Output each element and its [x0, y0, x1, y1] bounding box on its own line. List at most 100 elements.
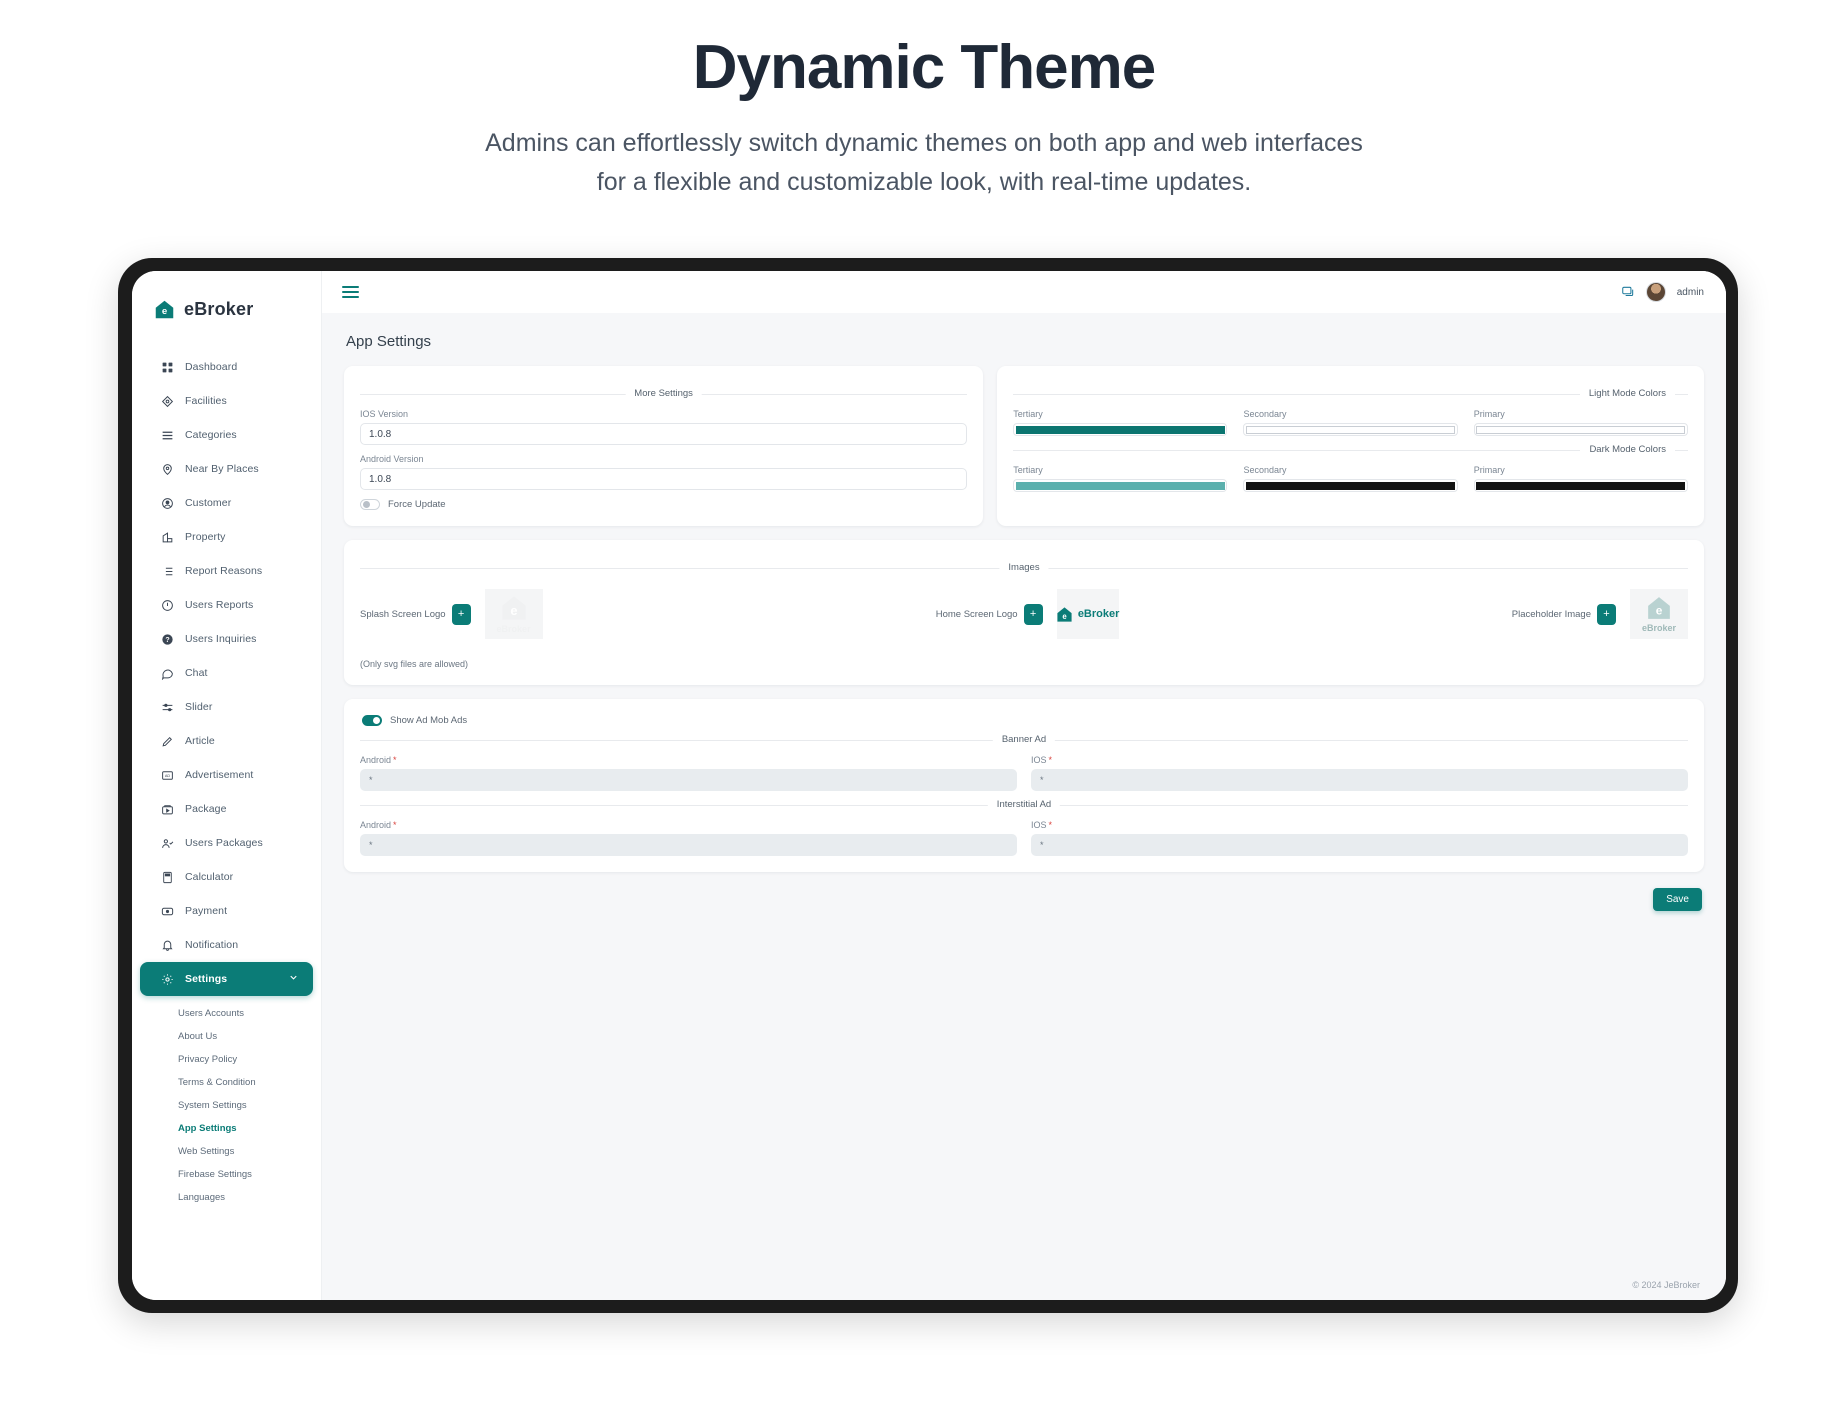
diamond-icon: [160, 394, 174, 408]
more-settings-card: More Settings IOS Version 1.0.8 Android …: [344, 366, 984, 526]
dark-tertiary-swatch[interactable]: [1013, 479, 1228, 492]
placeholder-image-preview: e eBroker: [1629, 589, 1688, 639]
submenu-item-languages[interactable]: Languages: [132, 1186, 321, 1209]
sidebar-item-label: Slider: [185, 701, 213, 713]
banner-android-label-text: Android: [360, 755, 392, 765]
banner-android-input[interactable]: *: [360, 769, 1017, 791]
banner-ios-label: IOS *: [1031, 755, 1688, 765]
light-secondary-swatch[interactable]: [1243, 423, 1458, 436]
sidebar-item-label: Dashboard: [185, 361, 238, 373]
main-area: admin App Settings More Settings IOS Ver…: [322, 271, 1726, 1300]
sidebar-item-report-reasons[interactable]: Report Reasons: [140, 554, 313, 588]
avatar[interactable]: [1645, 282, 1666, 302]
sidebar-item-users-packages[interactable]: Users Packages: [140, 826, 313, 860]
submenu-item-about-us[interactable]: About Us: [132, 1025, 321, 1048]
placeholder-image-add-button[interactable]: +: [1596, 603, 1616, 625]
topbar: admin: [322, 271, 1726, 313]
show-admob-toggle[interactable]: [362, 715, 382, 726]
svg-text:e: e: [1656, 604, 1663, 618]
message-square-icon[interactable]: [1621, 285, 1635, 299]
sidebar-item-article[interactable]: Article: [140, 724, 313, 758]
submenu-item-system-settings[interactable]: System Settings: [132, 1094, 321, 1117]
required-marker: *: [393, 820, 397, 830]
light-tertiary-swatch[interactable]: [1013, 423, 1228, 436]
sidebar-item-categories[interactable]: Categories: [140, 418, 313, 452]
hamburger-icon[interactable]: [342, 283, 359, 302]
sidebar: e eBroker Dashboard Facilities Categorie…: [132, 271, 322, 1300]
sidebar-item-dashboard[interactable]: Dashboard: [140, 350, 313, 384]
sidebar-item-settings[interactable]: Settings: [140, 962, 313, 996]
sidebar-item-users-inquiries[interactable]: ? Users Inquiries: [140, 622, 313, 656]
submenu-item-terms-condition[interactable]: Terms & Condition: [132, 1071, 321, 1094]
save-button[interactable]: Save: [1653, 888, 1702, 911]
settings-row: More Settings IOS Version 1.0.8 Android …: [344, 366, 1704, 526]
submenu-item-privacy-policy[interactable]: Privacy Policy: [132, 1048, 321, 1071]
light-secondary-field: Secondary: [1243, 409, 1458, 436]
more-settings-legend: More Settings: [625, 388, 702, 399]
dark-primary-label: Primary: [1473, 465, 1505, 475]
sidebar-item-label: Notification: [185, 939, 239, 951]
images-card: Images Splash Screen Logo + e eBroker Ho…: [344, 540, 1704, 685]
save-row: Save: [344, 888, 1704, 911]
sidebar-item-label: Property: [185, 531, 226, 543]
content-area: App Settings More Settings IOS Version 1…: [322, 313, 1726, 1280]
submenu-item-web-settings[interactable]: Web Settings: [132, 1140, 321, 1163]
interstitial-android-input[interactable]: *: [360, 834, 1017, 856]
sidebar-item-facilities[interactable]: Facilities: [140, 384, 313, 418]
submenu-item-app-settings[interactable]: App Settings: [132, 1117, 321, 1140]
svg-text:e: e: [510, 603, 517, 618]
svg-text:?: ?: [165, 637, 169, 644]
sidebar-item-near-by-places[interactable]: Near By Places: [140, 452, 313, 486]
sidebar-item-package[interactable]: Package: [140, 792, 313, 826]
sidebar-item-chat[interactable]: Chat: [140, 656, 313, 690]
sidebar-item-label: Report Reasons: [185, 565, 263, 577]
android-version-input[interactable]: 1.0.8: [360, 468, 968, 490]
interstitial-ad-fields: Android * * IOS * *: [360, 820, 1688, 856]
sidebar-item-users-reports[interactable]: Users Reports: [140, 588, 313, 622]
home-screen-logo-add-button[interactable]: +: [1023, 603, 1043, 625]
sidebar-item-notification[interactable]: Notification: [140, 928, 313, 962]
page-root: Dynamic Theme Admins can effortlessly sw…: [0, 0, 1848, 1408]
theme-colors-card: Light Mode Colors Tertiary Secondary Pri…: [997, 366, 1704, 526]
alert-circle-icon: [160, 598, 174, 612]
sidebar-item-label: Payment: [185, 905, 228, 917]
show-admob-row: Show Ad Mob Ads: [362, 715, 1688, 726]
home-screen-logo-label: Home Screen Logo: [935, 608, 1018, 620]
submenu-item-users-accounts[interactable]: Users Accounts: [132, 1002, 321, 1025]
sidebar-item-label: Chat: [185, 667, 208, 679]
sidebar-item-label: Users Reports: [185, 599, 254, 611]
ios-version-input[interactable]: 1.0.8: [360, 423, 968, 445]
gear-icon: [160, 972, 174, 986]
force-update-toggle[interactable]: [360, 499, 380, 510]
interstitial-ios-input[interactable]: *: [1031, 834, 1688, 856]
sidebar-item-label: Customer: [185, 497, 232, 509]
sidebar-item-slider[interactable]: Slider: [140, 690, 313, 724]
sidebar-item-label: Categories: [185, 429, 237, 441]
sidebar-item-calculator[interactable]: Calculator: [140, 860, 313, 894]
calculator-icon: [160, 870, 174, 884]
submenu-item-firebase-settings[interactable]: Firebase Settings: [132, 1163, 321, 1186]
dark-primary-swatch[interactable]: [1473, 479, 1688, 492]
sidebar-item-customer[interactable]: Customer: [140, 486, 313, 520]
images-legend: Images: [999, 562, 1049, 573]
dark-secondary-swatch[interactable]: [1243, 479, 1458, 492]
dark-mode-legend: Dark Mode Colors: [1580, 444, 1675, 455]
interstitial-ad-legend: Interstitial Ad: [987, 799, 1061, 810]
sidebar-item-property[interactable]: Property: [140, 520, 313, 554]
more-settings-fieldset: More Settings IOS Version 1.0.8 Android …: [360, 388, 968, 510]
brand[interactable]: e eBroker: [132, 291, 321, 320]
user-circle-icon: [160, 496, 174, 510]
app-screen: e eBroker Dashboard Facilities Categorie…: [132, 271, 1726, 1300]
credit-card-icon: [160, 904, 174, 918]
chat-bubble-icon: [160, 666, 174, 680]
dark-secondary-label: Secondary: [1243, 465, 1287, 475]
android-version-label: Android Version: [360, 454, 424, 464]
device-frame: e eBroker Dashboard Facilities Categorie…: [118, 258, 1738, 1313]
sidebar-item-advertisement[interactable]: AD Advertisement: [140, 758, 313, 792]
light-primary-swatch[interactable]: [1473, 423, 1688, 436]
sidebar-item-payment[interactable]: Payment: [140, 894, 313, 928]
required-marker: *: [1048, 755, 1053, 765]
banner-ios-input[interactable]: *: [1031, 769, 1688, 791]
splash-screen-logo-add-button[interactable]: +: [451, 603, 471, 625]
grid-icon: [160, 360, 174, 374]
